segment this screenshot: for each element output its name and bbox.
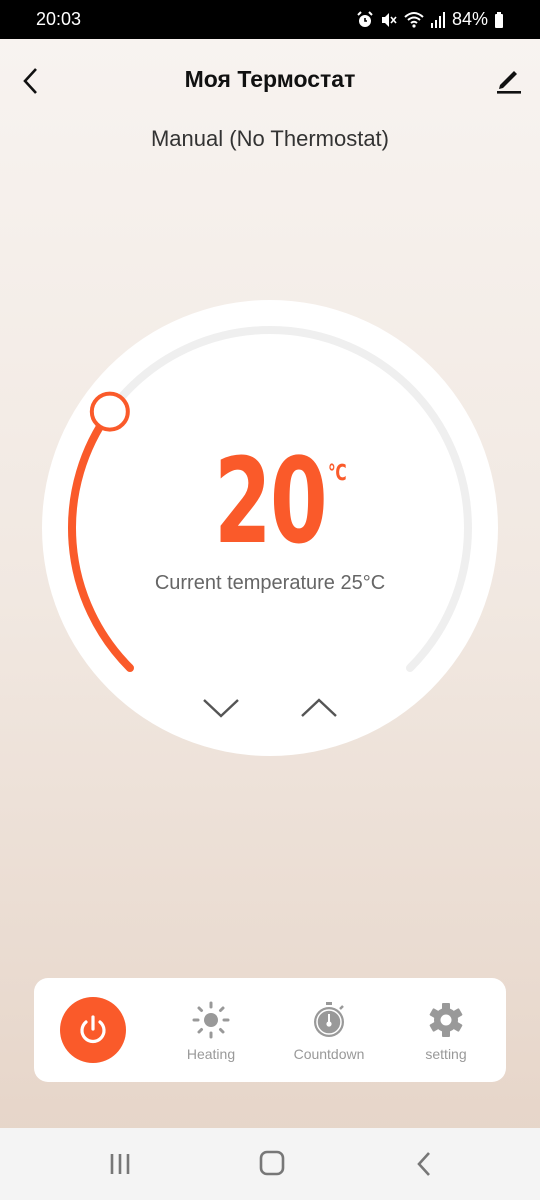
heating-label: Heating	[186, 1046, 236, 1062]
chevron-up-icon	[301, 698, 337, 717]
back-icon	[417, 1152, 430, 1176]
stopwatch-icon	[314, 1002, 344, 1037]
alarm-icon	[357, 10, 373, 27]
system-back-button[interactable]	[404, 1146, 444, 1182]
set-temperature: 20	[213, 432, 328, 570]
setting-button[interactable]: setting	[396, 996, 496, 1068]
chevron-down-icon	[203, 699, 239, 718]
mute-icon	[381, 12, 397, 27]
increase-temp-button[interactable]	[294, 690, 344, 726]
current-temperature: Current temperature 25°C	[154, 572, 386, 594]
system-nav-bar	[0, 1128, 540, 1200]
pencil-icon	[497, 71, 521, 94]
recents-button[interactable]	[100, 1146, 140, 1182]
thermostat-dial[interactable]: 20 ℃ Current temperature 25°C	[42, 300, 498, 756]
signal-icon	[430, 11, 445, 28]
sun-icon	[192, 1001, 230, 1039]
home-button[interactable]	[252, 1146, 292, 1182]
home-icon	[259, 1150, 285, 1176]
temperature-unit: ℃	[327, 460, 347, 485]
status-time: 20:03	[36, 9, 82, 29]
edit-button[interactable]	[494, 64, 524, 96]
power-button[interactable]	[60, 997, 126, 1063]
recents-icon	[110, 1154, 130, 1174]
dial-knob	[89, 391, 130, 432]
heating-button[interactable]: Heating	[161, 996, 261, 1068]
status-icons: 84%	[356, 9, 504, 30]
page-title: Моя Термостат	[184, 66, 356, 92]
wifi-icon	[404, 11, 424, 28]
countdown-label: Countdown	[293, 1046, 365, 1062]
setting-label: setting	[425, 1046, 467, 1062]
decrease-temp-button[interactable]	[196, 690, 246, 726]
bottom-toolbar: Heating Countdown setting	[34, 978, 506, 1082]
header: Моя Термостат	[0, 56, 540, 106]
gear-icon	[429, 1003, 463, 1037]
countdown-button[interactable]: Countdown	[279, 996, 379, 1068]
status-bar: 20:03 84%	[0, 0, 540, 39]
battery-icon	[495, 11, 503, 28]
mode-label: Manual (No Thermostat)	[150, 126, 389, 151]
battery-percent: 84%	[451, 9, 488, 29]
power-icon	[80, 1015, 106, 1044]
